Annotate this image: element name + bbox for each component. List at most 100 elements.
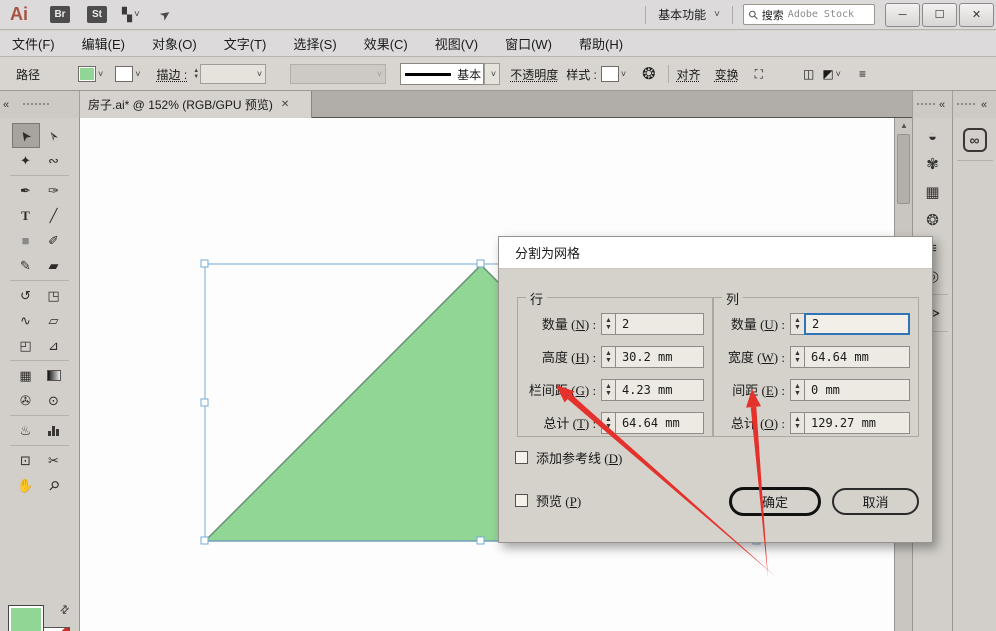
cancel-button[interactable]: 取消 [832,488,919,515]
type-tool[interactable]: T [12,203,40,228]
free-transform-icon[interactable]: ⛶ [755,67,763,82]
perspective-grid-tool[interactable]: ⊿ [40,333,68,358]
collapse-dock-icon[interactable]: « [981,99,987,111]
menu-select[interactable]: 选择(S) [293,34,336,53]
row-gutter-input[interactable]: 4.23 mm [615,379,704,401]
stroke-weight-label[interactable]: 描边 : [157,66,188,83]
chevron-down-icon[interactable]: ˅ [714,9,720,20]
transform-button[interactable]: 变换 [713,66,741,83]
style-swatch[interactable] [601,66,619,82]
close-tab-icon[interactable]: ✕ [281,99,289,110]
width-tool[interactable]: ∿ [12,308,40,333]
control-panel-menu-icon[interactable]: ≡ [859,67,866,81]
align-objects-icon[interactable]: ◫ [803,67,814,81]
column-gutter-input[interactable]: 0 mm [804,379,910,401]
scroll-up-icon[interactable]: ▲ [895,118,913,133]
paintbrush-tool[interactable]: ✐ [40,228,68,253]
color-guide-panel-icon[interactable]: ❂ [919,206,947,234]
shape-builder-tool[interactable]: ◰ [12,333,40,358]
blend-tool[interactable]: ⊙ [40,388,68,413]
line-segment-tool[interactable]: ╱ [40,203,68,228]
column-width-stepper[interactable]: ▲▼ [790,346,804,368]
column-width-input[interactable]: 64.64 mm [804,346,910,368]
stroke-color-swatch[interactable] [115,66,133,82]
stock-button[interactable]: St [87,6,107,23]
hand-tool[interactable]: ✋ [12,473,40,498]
rotate-tool[interactable]: ↺ [12,283,40,308]
menu-edit[interactable]: 编辑(E) [82,34,125,53]
column-count-stepper[interactable]: ▲▼ [790,313,804,335]
search-input[interactable]: ⚲ 搜索 Adobe Stock [743,4,875,25]
color-panel-icon[interactable]: ◒ [919,122,947,150]
chevron-down-icon[interactable]: ˅ [98,69,103,79]
column-total-stepper[interactable]: ▲▼ [790,412,804,434]
lasso-tool[interactable]: ∾ [40,148,68,173]
ok-button[interactable]: 确定 [729,487,821,516]
row-gutter-stepper[interactable]: ▲▼ [601,379,615,401]
maximize-button[interactable]: ☐ [922,3,957,27]
rectangle-tool[interactable]: ■ [12,228,40,253]
dialog-title-bar[interactable]: 分割为网格 [499,237,932,269]
menu-object[interactable]: 对象(O) [152,34,197,53]
brush-definition-combo[interactable]: 基本 [400,63,484,85]
chevron-down-icon[interactable]: ˅ [621,69,626,79]
creative-cloud-icon[interactable]: ∞ [963,128,987,152]
align-button[interactable]: 对齐 [675,66,703,83]
curvature-tool[interactable]: ✑ [40,178,68,203]
scale-tool[interactable]: ◳ [40,283,68,308]
mesh-tool[interactable]: ▦ [12,363,40,388]
menu-type[interactable]: 文字(T) [224,34,267,53]
fill-color-swatch[interactable] [78,66,96,82]
panel-grip[interactable] [957,103,975,106]
fill-proxy-swatch[interactable] [8,605,44,631]
bridge-button[interactable]: Br [50,6,70,23]
menu-effect[interactable]: 效果(C) [364,34,408,53]
gradient-tool[interactable] [40,363,68,388]
collapse-panel-icon[interactable]: « [3,99,9,111]
pencil-tool[interactable]: ✎ [12,253,40,278]
document-tab[interactable]: 房子.ai* @ 152% (RGB/GPU 预览) ✕ [80,91,312,118]
chevron-down-icon[interactable]: ˅ [135,69,140,79]
workspace-switcher[interactable]: 基本功能 [658,6,706,23]
preview-checkbox[interactable] [515,494,528,507]
collapse-dock-icon[interactable]: « [939,99,945,111]
pen-tool[interactable]: ✒ [12,178,40,203]
row-count-stepper[interactable]: ▲▼ [601,313,615,335]
slice-tool[interactable]: ✂ [40,448,68,473]
minimize-button[interactable]: ─ [885,3,920,27]
eyedropper-tool[interactable]: ✇ [12,388,40,413]
recolor-artwork-icon[interactable]: ❂ [642,64,655,84]
free-transform-tool[interactable]: ▱ [40,308,68,333]
selection-tool[interactable]: ➤ [12,123,40,148]
eraser-tool[interactable]: ▰ [40,253,68,278]
panel-grip[interactable] [23,103,49,106]
artboard-tool[interactable]: ⊡ [12,448,40,473]
menu-view[interactable]: 视图(V) [435,34,478,53]
panel-grip[interactable] [917,103,935,106]
close-button[interactable]: ✕ [959,3,994,27]
menu-file[interactable]: 文件(F) [12,34,55,53]
row-height-input[interactable]: 30.2 mm [615,346,704,368]
magic-wand-tool[interactable]: ✦ [12,148,40,173]
symbol-sprayer-tool[interactable]: ♨ [12,418,40,443]
zoom-tool[interactable]: ⚲ [40,473,68,498]
menu-window[interactable]: 窗口(W) [505,34,552,53]
align-anchor-icon[interactable]: ◩ [822,67,833,81]
brush-definition-dropdown[interactable]: ˅ [484,63,500,85]
chevron-down-icon[interactable]: ˅ [836,69,841,79]
brushes-panel-icon[interactable]: ✾ [919,150,947,178]
row-count-input[interactable]: 2 [615,313,704,335]
add-guides-checkbox[interactable] [515,451,528,464]
direct-selection-tool[interactable]: ➢ [40,123,68,148]
column-graph-tool[interactable] [40,418,68,443]
arrange-documents-icon[interactable]: ▚ [122,7,130,23]
menu-help[interactable]: 帮助(H) [579,34,623,53]
share-icon[interactable]: ➤ [156,5,174,24]
row-total-stepper[interactable]: ▲▼ [601,412,615,434]
column-gutter-stepper[interactable]: ▲▼ [790,379,804,401]
row-total-input[interactable]: 64.64 mm [615,412,704,434]
opacity-label[interactable]: 不透明度 [510,66,558,83]
scrollbar-thumb[interactable] [897,134,910,204]
swap-fill-stroke-icon[interactable]: ⇄ [57,602,73,618]
chevron-down-icon[interactable]: ˅ [134,9,140,20]
